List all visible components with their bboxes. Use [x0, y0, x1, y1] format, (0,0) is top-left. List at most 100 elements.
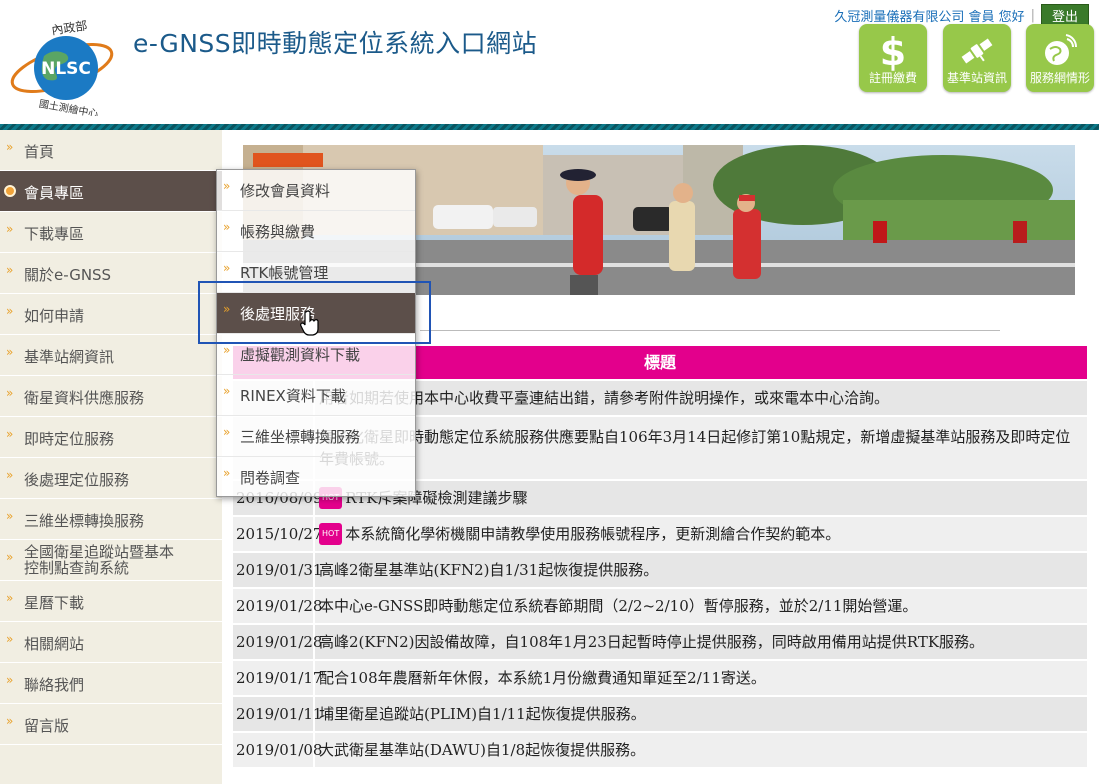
sidebar-item-satellite-data[interactable]: » 衛星資料供應服務: [0, 376, 222, 417]
news-date: 2019/01/11: [233, 697, 322, 731]
sidebar-item-realtime-positioning[interactable]: » 即時定位服務: [0, 417, 222, 458]
sidebar-item-how-to-apply[interactable]: » 如何申請: [0, 294, 222, 335]
news-title[interactable]: 大武衛星基準站(DAWU)自1/8起恢復提供服務。: [319, 733, 1083, 767]
news-date: 2019/01/08: [233, 733, 322, 767]
sidebar-item-control-point-query[interactable]: » 全國衛星追蹤站暨基本 控制點查詢系統: [0, 540, 222, 581]
chevron-right-icon: »: [6, 714, 14, 728]
news-date: 2015/10/27: [233, 517, 322, 551]
chevron-right-icon: »: [223, 179, 231, 193]
sidebar-item-label: 關於e-GNSS: [24, 266, 112, 284]
user-greeting[interactable]: 久冠測量儀器有限公司 會員 您好: [834, 6, 1024, 25]
chevron-right-icon: »: [6, 263, 14, 277]
active-dot-icon: [4, 185, 16, 197]
submenu-item-edit-profile[interactable]: » 修改會員資料: [217, 170, 415, 211]
chevron-right-icon: »: [223, 343, 231, 357]
sidebar-item-label: 即時定位服務: [24, 430, 115, 448]
sidebar-item-label: 相關網站: [24, 635, 85, 653]
table-row[interactable]: 2019/01/11 埔里衛星追蹤站(PLIM)自1/11起恢復提供服務。: [233, 697, 1087, 731]
register-payment-label: 註冊繳費: [868, 71, 917, 85]
submenu-item-label: 虛擬觀測資料下載: [240, 346, 361, 364]
table-row[interactable]: 2019/01/28 本中心e-GNSS即時動態定位系統春節期間（2/2~2/1…: [233, 589, 1087, 623]
site-title: e-GNSS即時動態定位系統入口網站: [133, 29, 538, 58]
dollar-icon: $: [880, 31, 906, 71]
news-title[interactable]: 埔里衛星追蹤站(PLIM)自1/11起恢復提供服務。: [319, 697, 1083, 731]
site-header: NLSC 內政部 國土測繪中心 e-GNSS即時動態定位系統入口網站 久冠測量儀…: [0, 0, 1099, 124]
chevron-right-icon: »: [6, 140, 14, 154]
sidebar-nav: » 首頁 會員專區 » 下載專區 » 關於e-GNSS » 如何申請 » 基準站網資訊 »…: [0, 130, 222, 784]
chevron-right-icon: »: [6, 427, 14, 441]
logo-center-text: NLSC: [41, 59, 91, 79]
sidebar-item-label: 如何申請: [24, 307, 85, 325]
news-title[interactable]: 用者如期若使用本中心收費平臺連結出錯，請參考附件說明操作，或來電本中心洽詢。: [319, 381, 1083, 415]
chevron-right-icon: »: [6, 468, 14, 482]
nlsc-logo[interactable]: NLSC 內政部 國土測繪中心: [4, 12, 120, 116]
sidebar-item-label: 首頁: [24, 143, 55, 161]
table-row[interactable]: 2015/10/27 HOT 本系統簡化學術機關申請教學使用服務帳號程序，更新測繪…: [233, 517, 1087, 551]
news-title[interactable]: 高峰2(KFN2)因設備故障，自108年1月23日起暫時停止提供服務，同時啟用備…: [319, 625, 1083, 659]
news-title[interactable]: HOT RTK斥案障礙檢測建議步驟: [319, 481, 1083, 515]
sidebar-item-station-network[interactable]: » 基準站網資訊: [0, 335, 222, 376]
chevron-right-icon: »: [6, 222, 14, 236]
news-title[interactable]: 高峰2衛星基準站(KFN2)自1/31起恢復提供服務。: [319, 553, 1083, 587]
hot-badge: HOT: [319, 523, 343, 545]
sidebar-item-contact[interactable]: » 聯絡我們: [0, 663, 222, 704]
sidebar-item-about[interactable]: » 關於e-GNSS: [0, 253, 222, 294]
divider: [420, 330, 1000, 331]
news-title[interactable]: 配合108年農曆新年休假，本系統1月份繳費通知單延至2/11寄送。: [319, 661, 1083, 695]
sidebar-item-label: 後處理定位服務: [24, 471, 130, 489]
table-row[interactable]: 2019/01/08 大武衛星基準站(DAWU)自1/8起恢復提供服務。: [233, 733, 1087, 767]
sidebar-item-label: 星曆下載: [24, 594, 85, 612]
chevron-right-icon: »: [223, 466, 231, 480]
sidebar-item-home[interactable]: » 首頁: [0, 130, 222, 171]
table-row[interactable]: 2019/01/28 高峰2(KFN2)因設備故障，自108年1月23日起暫時停…: [233, 625, 1087, 659]
sidebar-item-postprocessing[interactable]: » 後處理定位服務: [0, 458, 222, 499]
sidebar-item-label: 基準站網資訊: [24, 348, 115, 366]
chevron-right-icon: »: [6, 550, 14, 564]
hand-cursor-icon: [300, 310, 319, 336]
sidebar-item-label: 留言版: [24, 717, 70, 735]
news-title-text[interactable]: 本系統簡化學術機關申請教學使用服務帳號程序，更新測繪合作契約範本。: [345, 523, 840, 545]
submenu-item-rinex-download[interactable]: » RINEX資料下載: [217, 375, 415, 416]
sidebar-item-ephemeris[interactable]: » 星曆下載: [0, 581, 222, 622]
globe-signal-icon: [1045, 34, 1078, 65]
chevron-right-icon: »: [6, 386, 14, 400]
sidebar-item-guestbook[interactable]: » 留言版: [0, 704, 222, 745]
table-row[interactable]: 2019/01/31 高峰2衛星基準站(KFN2)自1/31起恢復提供服務。: [233, 553, 1087, 587]
submenu-item-survey[interactable]: » 問卷調查: [217, 457, 415, 498]
station-info-label: 基準站資訊: [946, 71, 1007, 85]
chevron-right-icon: »: [6, 304, 14, 318]
sidebar-item-download[interactable]: » 下載專區: [0, 212, 222, 253]
separator: |: [1030, 8, 1035, 23]
sidebar-item-related-sites[interactable]: » 相關網站: [0, 622, 222, 663]
submenu-item-label: 問卷調查: [240, 469, 301, 487]
submenu-item-label: 三維坐標轉換服務: [240, 428, 361, 446]
news-date: 2019/01/28: [233, 589, 322, 623]
news-date: 2019/01/28: [233, 625, 322, 659]
sidebar-item-label: 下載專區: [24, 225, 85, 243]
chevron-right-icon: »: [6, 509, 14, 523]
register-payment-button[interactable]: $ 註冊繳費: [859, 24, 927, 92]
news-title[interactable]: 本中心e-GNSS即時動態定位系統春節期間（2/2~2/10）暫停服務，並於2/…: [319, 589, 1083, 623]
table-row[interactable]: 2019/01/17 配合108年農曆新年休假，本系統1月份繳費通知單延至2/1…: [233, 661, 1087, 695]
sidebar-item-label: 三維坐標轉換服務: [24, 512, 145, 530]
chevron-right-icon: »: [223, 384, 231, 398]
chevron-right-icon: »: [6, 632, 14, 646]
chevron-right-icon: »: [6, 591, 14, 605]
station-info-button[interactable]: 基準站資訊: [943, 24, 1011, 92]
submenu-item-billing[interactable]: » 帳務與繳費: [217, 211, 415, 252]
chevron-right-icon: »: [223, 220, 231, 234]
sidebar-item-label: 聯絡我們: [24, 676, 85, 694]
sidebar-item-label: 全國衛星追蹤站暨基本 控制點查詢系統: [24, 544, 174, 576]
service-status-button[interactable]: 服務網情形: [1026, 24, 1094, 92]
news-title[interactable]: HOT 本系統簡化學術機關申請教學使用服務帳號程序，更新測繪合作契約範本。: [319, 517, 1083, 551]
submenu-item-coordinate-transform[interactable]: » 三維坐標轉換服務: [217, 416, 415, 457]
satellite-icon: [961, 38, 993, 64]
label-line-2: 控制點查詢系統: [24, 559, 130, 577]
submenu-item-label: RINEX資料下載: [240, 387, 346, 405]
sidebar-item-label: 會員專區: [24, 184, 85, 202]
news-title[interactable]: 電子化衛星即時動態定位系統服務供應要點自106年3月14日起修訂第10點規定，新…: [319, 417, 1083, 479]
sidebar-item-member[interactable]: 會員專區: [0, 171, 222, 212]
sidebar-item-coordinate-transform[interactable]: » 三維坐標轉換服務: [0, 499, 222, 540]
svg-text:$: $: [880, 31, 906, 71]
news-date: 2019/01/17: [233, 661, 322, 695]
